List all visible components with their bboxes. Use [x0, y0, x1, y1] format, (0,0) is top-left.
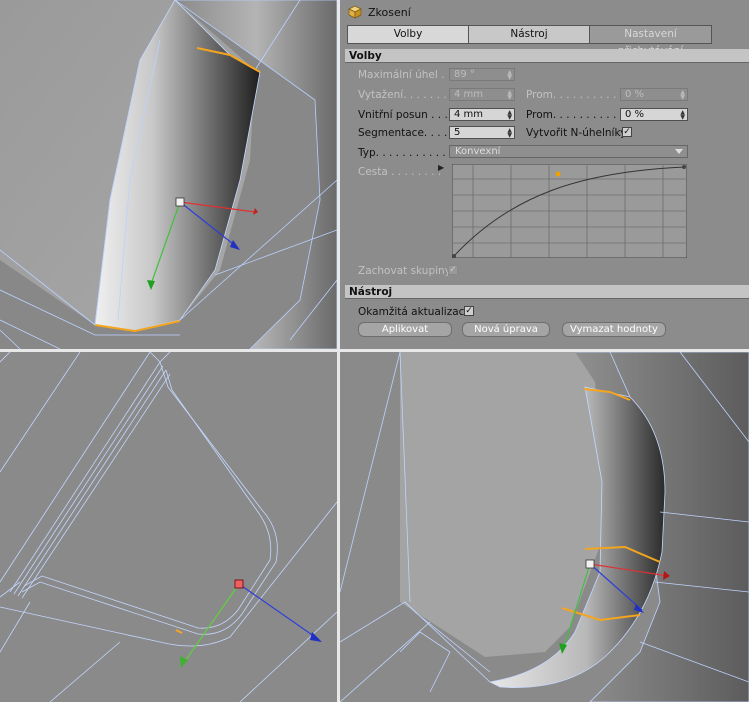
spin-arrows-icon[interactable]: ▲ ▼ — [507, 90, 512, 101]
extrusion-field[interactable]: 4 mm ▲ ▼ — [449, 88, 515, 101]
curve-end-point[interactable] — [682, 165, 686, 169]
max-angle-field[interactable]: 89 ° ▲ ▼ — [449, 68, 515, 81]
section-header-nastroj[interactable]: Nástroj — [345, 285, 749, 299]
viewport-bottom-left-scene — [0, 352, 337, 702]
extrusion-prom-value: 0 % — [625, 89, 645, 100]
section-header-volby[interactable]: Volby — [345, 49, 749, 63]
panel-title: Zkosení — [348, 3, 411, 21]
extrusion-value: 4 mm — [454, 89, 484, 100]
attribute-manager: Zkosení Volby Nástroj Nastavení přichytá… — [340, 0, 749, 349]
inner-offset-field[interactable]: 4 mm ▲ ▼ — [449, 108, 515, 121]
tab-volby[interactable]: Volby — [348, 26, 469, 43]
chevron-down-icon — [675, 149, 683, 154]
viewport-bottom-right[interactable] — [340, 352, 749, 702]
viewport-top-left-scene — [0, 0, 337, 349]
tab-snap-settings[interactable]: Nastavení přichytávání — [590, 26, 711, 57]
viewport-bottom-left[interactable] — [0, 352, 337, 702]
curve-handle-point[interactable] — [555, 171, 561, 177]
panel-title-text: Zkosení — [368, 5, 411, 19]
subdivision-value: 5 — [454, 127, 461, 138]
type-value: Konvexní — [455, 146, 501, 157]
create-ngons-label: Vytvořit N-úhelníky — [526, 127, 627, 139]
realtime-update-checkbox[interactable]: ✓ — [464, 306, 474, 316]
type-dropdown[interactable]: Konvexní — [449, 145, 688, 158]
reset-values-button[interactable]: Vymazat hodnoty — [562, 322, 666, 337]
subdivision-field[interactable]: 5 ▲ ▼ — [449, 126, 515, 139]
realtime-update-label: Okamžitá aktualizace — [358, 306, 471, 318]
spin-arrows-icon[interactable]: ▲ ▼ — [680, 90, 685, 101]
type-label: Typ. . . . . . . . . . . — [358, 147, 446, 159]
path-curve-graph[interactable] — [452, 164, 687, 258]
cube-icon — [348, 5, 362, 19]
max-angle-value: 89 ° — [454, 69, 475, 80]
curve-start-point[interactable] — [452, 254, 456, 258]
preserve-groups-checkbox[interactable]: ✓ — [448, 265, 458, 275]
spin-arrows-icon[interactable]: ▲ ▼ — [507, 128, 512, 139]
viewport-top-left[interactable] — [0, 0, 337, 349]
path-label: Cesta . . . . . . . . — [358, 166, 442, 178]
inner-offset-label: Vnitřní posun . . . — [358, 109, 448, 121]
spin-arrows-icon[interactable]: ▲ ▼ — [680, 110, 685, 121]
preserve-groups-label: Zachovat skupiny — [358, 265, 451, 277]
max-angle-label: Maximální úhel . . — [358, 69, 452, 81]
viewport-bottom-right-scene — [340, 352, 749, 702]
tab-nastroj[interactable]: Nástroj — [469, 26, 590, 43]
subdivision-label: Segmentace. . . . — [358, 127, 448, 139]
tab-bar: Volby Nástroj Nastavení přichytávání — [347, 25, 712, 57]
spin-arrows-icon[interactable]: ▲ ▼ — [507, 110, 512, 121]
extrusion-prom-field[interactable]: 0 % ▲ ▼ — [620, 88, 688, 101]
new-transform-button[interactable]: Nová úprava — [462, 322, 550, 337]
create-ngons-checkbox[interactable]: ✓ — [622, 127, 632, 137]
inner-prom-field[interactable]: 0 % ▲ ▼ — [620, 108, 688, 121]
inner-prom-value: 0 % — [625, 109, 645, 120]
extrusion-label: Vytažení. . . . . . . . — [358, 89, 454, 101]
spin-arrows-icon[interactable]: ▲ ▼ — [507, 70, 512, 81]
inner-offset-value: 4 mm — [454, 109, 484, 120]
apply-button[interactable]: Aplikovat — [358, 322, 452, 337]
expand-triangle-icon[interactable]: ▶ — [438, 163, 444, 172]
